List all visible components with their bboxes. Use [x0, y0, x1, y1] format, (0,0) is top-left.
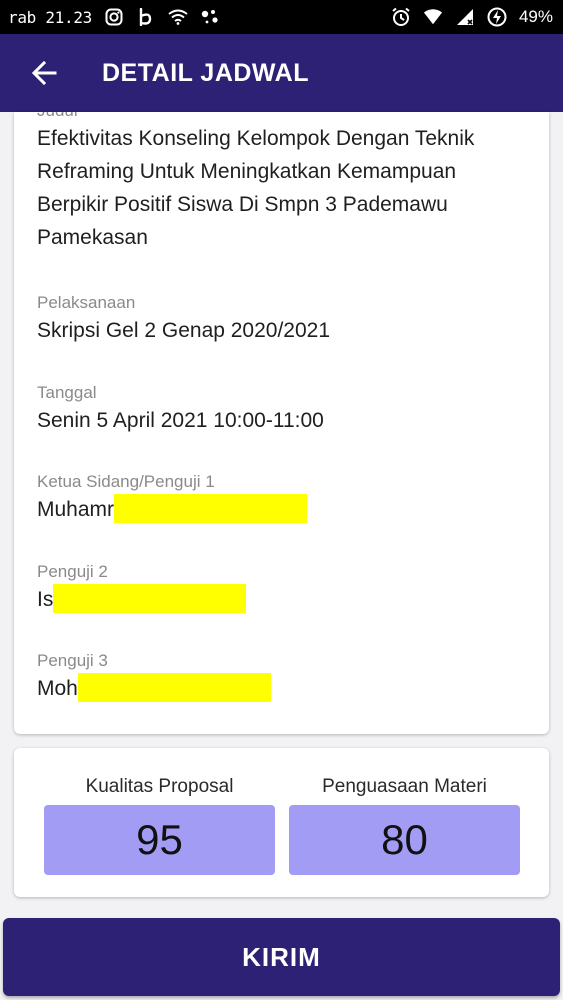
app-bar: DETAIL JADWAL	[0, 34, 563, 112]
penguji3-value-row: Moh	[37, 672, 527, 705]
status-bar-left: rab 21.23	[8, 7, 220, 27]
wifi-icon	[168, 7, 188, 27]
penguji3-label: Penguji 3	[37, 651, 108, 670]
kualitas-label: Kualitas Proposal	[85, 776, 234, 797]
ketua-label: Ketua Sidang/Penguji 1	[37, 472, 215, 491]
penguji2-value-row: Is	[37, 583, 527, 616]
redaction-highlight	[53, 583, 247, 613]
ketua-value-row: Muhamr	[37, 493, 527, 526]
detail-card: Judul Efektivitas Konseling Kelompok Den…	[14, 112, 549, 734]
assistant-icon	[200, 7, 220, 27]
judul-value: Efektivitas Konseling Kelompok Dengan Te…	[37, 127, 475, 249]
score-kualitas-proposal: Kualitas Proposal 95	[44, 776, 275, 875]
page-title: DETAIL JADWAL	[102, 58, 309, 87]
status-bar: rab 21.23 49%	[0, 0, 563, 34]
ketua-value: Muhamr	[37, 498, 115, 521]
field-pelaksanaan: Pelaksanaan Skripsi Gel 2 Genap 2020/202…	[37, 292, 527, 347]
score-card: Kualitas Proposal 95 Penguasaan Materi 8…	[14, 748, 549, 897]
field-judul: Judul Efektivitas Konseling Kelompok Den…	[37, 112, 527, 254]
arrow-back-icon	[31, 60, 57, 86]
submit-button[interactable]: KIRIM	[3, 918, 560, 996]
field-penguji-3: Penguji 3 Moh	[37, 650, 527, 705]
instagram-icon	[104, 7, 124, 27]
status-bar-right: 49%	[391, 7, 553, 27]
penguasaan-value[interactable]: 80	[289, 805, 520, 875]
penguasaan-label: Penguasaan Materi	[322, 776, 487, 797]
penguji3-value: Moh	[37, 677, 78, 700]
back-button[interactable]	[14, 43, 74, 103]
redaction-highlight	[77, 672, 271, 702]
redaction-highlight	[114, 493, 308, 523]
tanggal-value: Senin 5 April 2021 10:00-11:00	[37, 409, 324, 432]
wifi-signal-icon	[423, 7, 443, 27]
penguji2-value: Is	[37, 588, 54, 611]
signal-icon	[455, 7, 475, 27]
pelaksanaan-value: Skripsi Gel 2 Genap 2020/2021	[37, 319, 331, 342]
kualitas-value[interactable]: 95	[44, 805, 275, 875]
alarm-icon	[391, 7, 411, 27]
penguji2-label: Penguji 2	[37, 562, 108, 581]
tanggal-label: Tanggal	[37, 383, 97, 402]
field-tanggal: Tanggal Senin 5 April 2021 10:00-11:00	[37, 382, 527, 437]
beats-icon	[136, 7, 156, 27]
judul-label: Judul	[37, 112, 527, 122]
field-ketua-sidang: Ketua Sidang/Penguji 1 Muhamr	[37, 471, 527, 526]
field-penguji-2: Penguji 2 Is	[37, 561, 527, 616]
score-penguasaan-materi: Penguasaan Materi 80	[289, 776, 520, 875]
pelaksanaan-label: Pelaksanaan	[37, 293, 136, 312]
status-time: rab 21.23	[8, 7, 92, 27]
battery-charging-icon	[487, 7, 507, 27]
battery-percentage: 49%	[518, 7, 553, 26]
